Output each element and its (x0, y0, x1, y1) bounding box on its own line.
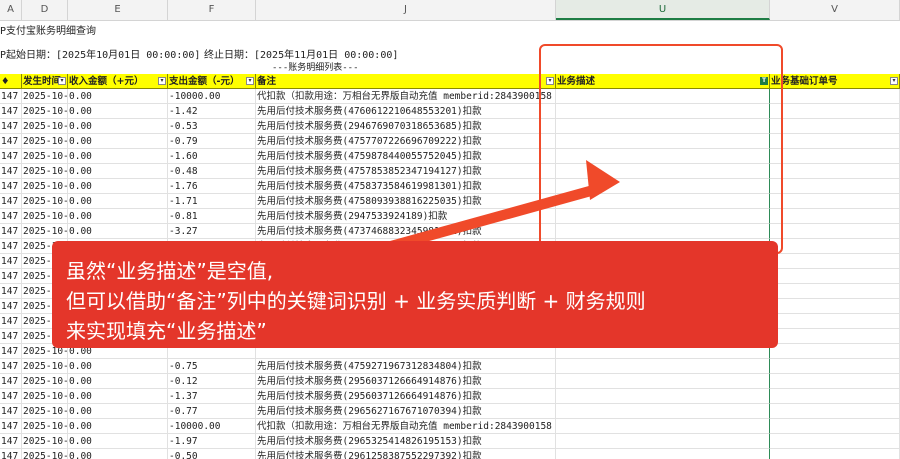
callout-line-2: 但可以借助“备注”列中的关键词识别 + 业务实质判断 + 财务规则 (66, 289, 646, 313)
annotation-callout: 虽然“业务描述”是空值, 但可以借助“备注”列中的关键词识别 + 业务实质判断 … (52, 241, 778, 348)
arrow-icon (300, 160, 620, 276)
callout-line-1: 虽然“业务描述”是空值, (66, 259, 274, 283)
spreadsheet: A D E F J U V P支付宝账务明细查询 P起始日期：[2025年10月… (0, 0, 900, 459)
callout-line-3: 来实现填充“业务描述” (66, 319, 267, 343)
